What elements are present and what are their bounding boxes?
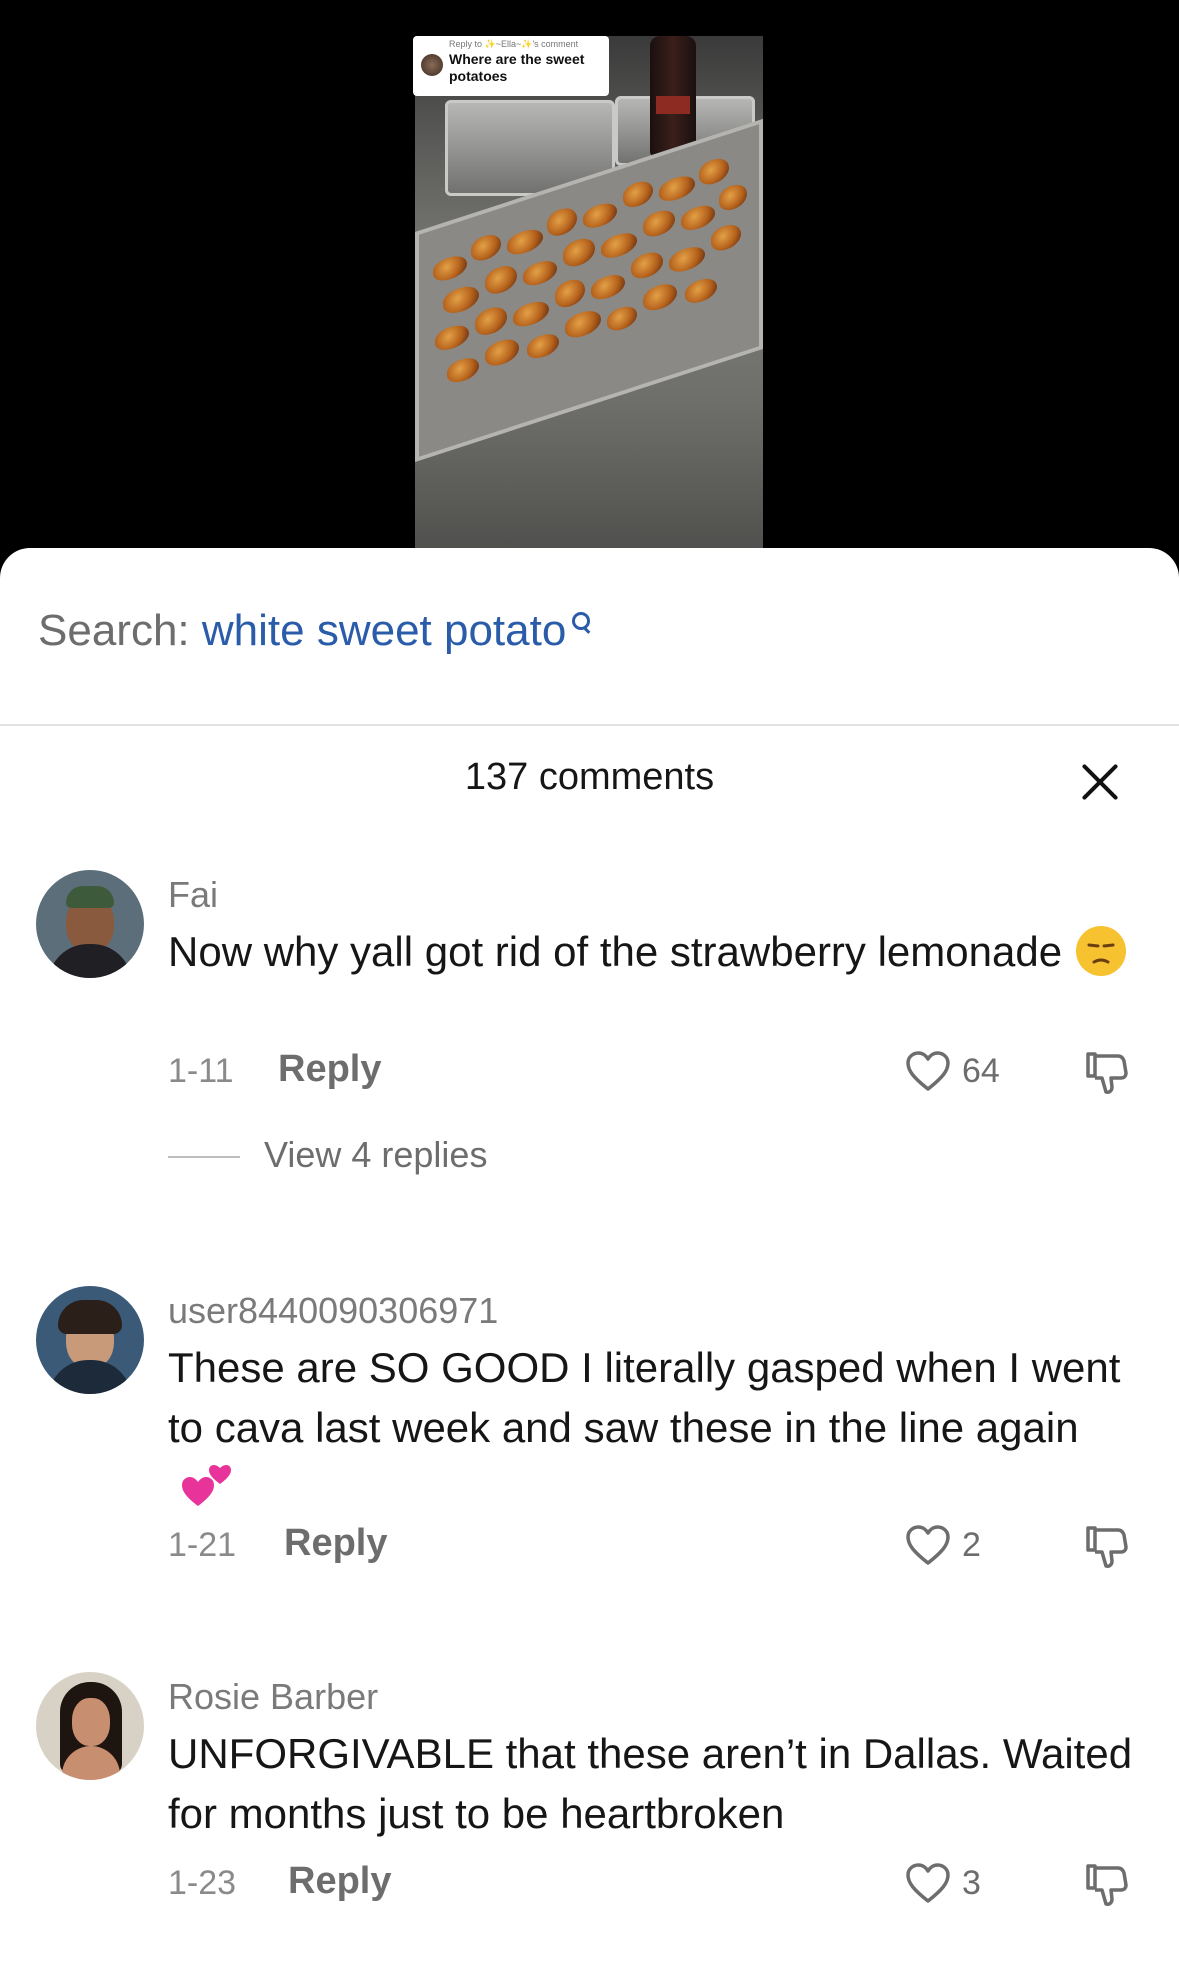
two-hearts-icon [182, 1460, 232, 1510]
like-count: 2 [962, 1526, 981, 1564]
comment-body: These are SO GOOD I literally gasped whe… [168, 1344, 1121, 1451]
video-player[interactable]: Reply to ✨~Ella~✨'s comment Where are th… [0, 0, 1179, 560]
comments-count: 137 comments [464, 756, 715, 798]
comment-text: These are SO GOOD I literally gasped whe… [168, 1338, 1138, 1518]
comment-date: 1-11 [168, 1052, 234, 1090]
like-count: 3 [962, 1864, 981, 1902]
comment-username[interactable]: user8440090306971 [168, 1290, 498, 1332]
avatar [421, 54, 443, 76]
like-count: 64 [962, 1052, 1000, 1090]
comment-text: Now why yall got rid of the strawberry l… [168, 922, 1138, 982]
close-icon[interactable] [1078, 760, 1122, 804]
reply-button[interactable]: Reply [288, 1860, 391, 1903]
reply-to-comment-bubble[interactable]: Reply to ✨~Ella~✨'s comment Where are th… [413, 36, 609, 96]
unamused-face-icon [1076, 926, 1127, 976]
bottle [650, 36, 696, 156]
reply-text: Where are the sweet potatoes [449, 51, 585, 84]
divider [0, 724, 1179, 726]
avatar[interactable] [36, 870, 144, 978]
view-replies-button[interactable]: View 4 replies [168, 1134, 487, 1176]
comment-date: 1-21 [168, 1526, 237, 1564]
search-term-link[interactable]: white sweet potato [202, 606, 566, 655]
heart-icon[interactable] [904, 1522, 952, 1570]
reply-meta: Reply to ✨~Ella~✨'s comment [449, 39, 579, 49]
avatar[interactable] [36, 1672, 144, 1780]
search-suggestion[interactable]: Search: white sweet potato [38, 606, 592, 656]
dislike-icon[interactable] [1082, 1048, 1130, 1096]
comment-username[interactable]: Rosie Barber [168, 1676, 378, 1718]
search-label: Search: [38, 606, 190, 655]
dislike-icon[interactable] [1082, 1522, 1130, 1570]
comment-date: 1-23 [168, 1864, 237, 1902]
comments-sheet: Search: white sweet potato 137 comments … [0, 548, 1179, 1980]
dislike-icon[interactable] [1082, 1860, 1130, 1908]
search-icon [570, 610, 592, 636]
comment-text: UNFORGIVABLE that these aren’t in Dallas… [168, 1730, 1133, 1837]
heart-icon[interactable] [904, 1048, 952, 1096]
replies-line [168, 1156, 240, 1159]
view-replies-label: View 4 replies [264, 1134, 488, 1175]
video-frame[interactable] [415, 36, 763, 560]
comment-username[interactable]: Fai [168, 874, 218, 916]
avatar[interactable] [36, 1286, 144, 1394]
comment-body: Now why yall got rid of the strawberry l… [168, 928, 1063, 975]
heart-icon[interactable] [904, 1860, 952, 1908]
reply-button[interactable]: Reply [284, 1522, 387, 1565]
reply-button[interactable]: Reply [278, 1048, 381, 1091]
